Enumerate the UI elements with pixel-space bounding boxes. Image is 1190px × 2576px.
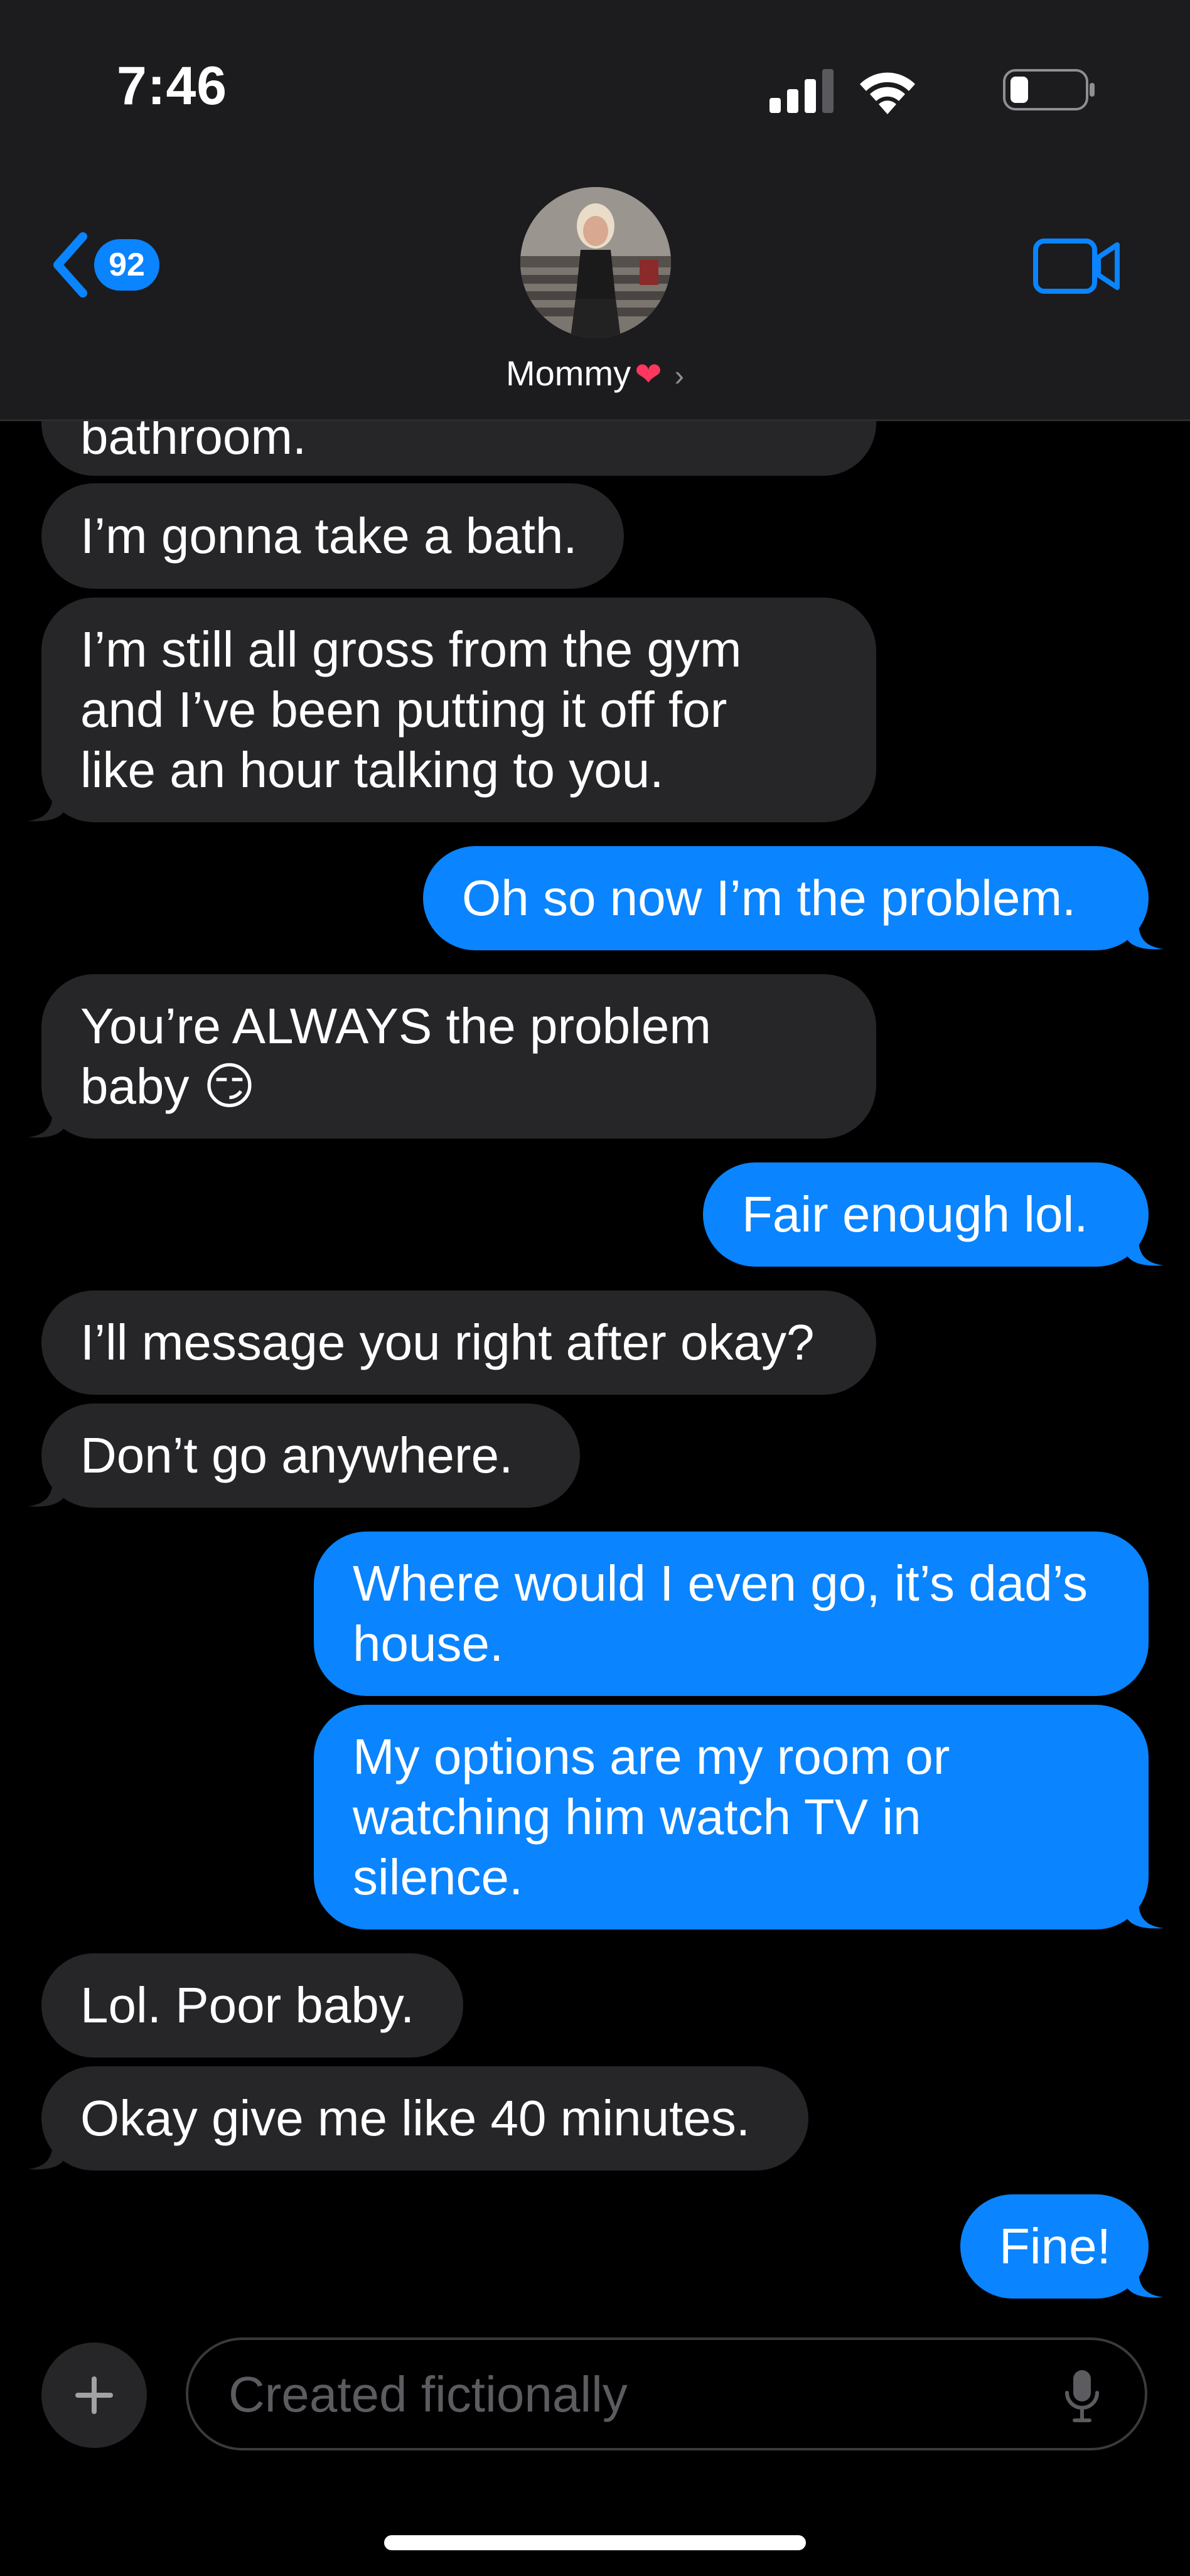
message-text: Okay give me like 40 minutes. bbox=[80, 2090, 751, 2146]
message-bubble-outgoing[interactable]: Fine! bbox=[960, 2194, 1164, 2299]
avatar-photo bbox=[520, 187, 671, 338]
bubble-tail bbox=[28, 2142, 65, 2170]
message-text: Fair enough lol. bbox=[742, 1186, 1088, 1242]
message-text: Oh so now I’m the problem. bbox=[462, 870, 1076, 926]
message-text: My options are my room or watching him w… bbox=[353, 1729, 950, 1905]
back-button[interactable]: 92 bbox=[50, 227, 159, 303]
message-bubble-incoming[interactable]: I’ll message you right after okay? bbox=[41, 1291, 876, 1395]
message-bubble-outgoing[interactable]: Oh so now I’m the problem. bbox=[423, 846, 1164, 950]
status-time: 7:46 bbox=[117, 56, 228, 116]
message-input[interactable] bbox=[227, 2340, 1046, 2449]
unread-count-badge: 92 bbox=[94, 239, 159, 291]
message-bubble-incoming[interactable]: Don’t go anywhere. bbox=[28, 1403, 580, 1508]
message-text: You’re ALWAYS the problem baby 😏 bbox=[80, 998, 711, 1114]
bubble-tail bbox=[1126, 1238, 1164, 1266]
message-bubble-outgoing[interactable]: Fair enough lol. bbox=[703, 1162, 1164, 1267]
bubble-tail bbox=[28, 1479, 65, 1507]
message-bubble-incoming[interactable]: Okay give me like 40 minutes. bbox=[28, 2066, 808, 2171]
conversation-header: 7:46 92 Mommy ❤ › bbox=[0, 0, 1190, 421]
home-indicator[interactable] bbox=[384, 2535, 806, 2550]
message-text: I’m gonna take a bath. bbox=[80, 508, 577, 564]
message-text: Lol. Poor baby. bbox=[80, 1977, 415, 2033]
message-bubble-outgoing[interactable]: My options are my room or watching him w… bbox=[314, 1705, 1164, 1929]
battery-icon bbox=[1003, 69, 1095, 110]
bubble-tail bbox=[1126, 1901, 1164, 1929]
status-icons bbox=[719, 63, 1096, 114]
contact-name: Mommy bbox=[506, 353, 631, 393]
bubble-tail bbox=[28, 1110, 65, 1138]
bubble-tail bbox=[1126, 921, 1164, 950]
message-bubble-incoming[interactable]: Lol. Poor baby. bbox=[41, 1953, 463, 2058]
microphone-icon[interactable] bbox=[1063, 2369, 1101, 2423]
message-bubble-outgoing[interactable]: Where would I even go, it’s dad’s house. bbox=[314, 1532, 1149, 1696]
message-bubble-incoming[interactable]: You’re ALWAYS the problem baby 😏 bbox=[28, 974, 876, 1139]
message-text: Where would I even go, it’s dad’s house. bbox=[353, 1555, 1088, 1672]
plus-icon bbox=[75, 2376, 113, 2414]
chevron-left-icon bbox=[53, 232, 87, 298]
message-compose-field[interactable] bbox=[186, 2337, 1147, 2450]
contact-avatar[interactable] bbox=[520, 187, 671, 338]
message-text: Don’t go anywhere. bbox=[80, 1427, 513, 1483]
message-bubble-incoming[interactable]: I’m gonna take a bath. bbox=[41, 483, 624, 589]
message-text: Fine! bbox=[999, 2218, 1111, 2274]
bubble-tail bbox=[28, 793, 65, 822]
chevron-right-icon: › bbox=[674, 359, 684, 392]
video-call-icon[interactable] bbox=[1033, 237, 1121, 295]
message-text: I’m still all gross from the gym and I’v… bbox=[80, 621, 742, 798]
messages-screen: bathroom. I’m gonna take a bath. I’m sti… bbox=[0, 0, 1190, 2576]
contact-name-row[interactable]: Mommy ❤ › bbox=[0, 353, 1190, 394]
cellular-signal-icon bbox=[769, 69, 834, 113]
message-text: I’ll message you right after okay? bbox=[80, 1314, 815, 1370]
add-attachment-button[interactable] bbox=[41, 2343, 147, 2448]
heart-icon: ❤ bbox=[635, 357, 662, 393]
bubble-tail bbox=[1126, 2270, 1164, 2298]
wifi-icon bbox=[860, 72, 915, 114]
message-bubble-incoming[interactable]: I’m still all gross from the gym and I’v… bbox=[28, 598, 876, 822]
